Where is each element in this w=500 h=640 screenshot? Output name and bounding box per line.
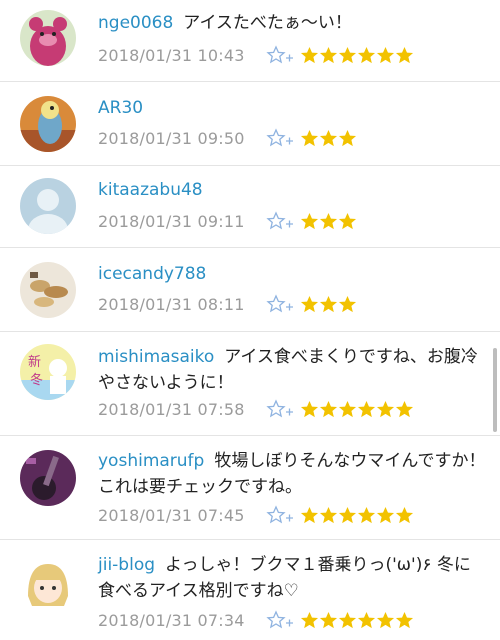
star-icon	[319, 46, 338, 63]
add-star-icon[interactable]	[266, 294, 298, 314]
add-star-icon[interactable]	[266, 610, 298, 630]
comment-row: nge0068 アイスたべたぁ〜い！ 2018/01/31 10:43	[0, 0, 500, 82]
star-icon	[395, 506, 414, 523]
default-person-avatar[interactable]	[20, 178, 76, 234]
username[interactable]: jii-blog	[98, 555, 155, 575]
star-rating	[300, 212, 357, 231]
star-icon	[395, 400, 414, 417]
star-rating	[300, 46, 414, 65]
star-icon	[357, 400, 376, 417]
star-icon	[319, 295, 338, 312]
add-star-icon[interactable]	[266, 45, 298, 65]
food-photo-avatar[interactable]	[20, 262, 76, 318]
star-icon	[376, 46, 395, 63]
add-star-icon[interactable]	[266, 399, 298, 419]
star-icon	[300, 611, 319, 628]
star-icon	[376, 611, 395, 628]
comment-date[interactable]: 2018/01/31 09:50	[98, 129, 266, 148]
add-star-icon[interactable]	[266, 211, 298, 231]
star-rating	[300, 400, 414, 419]
star-icon	[338, 295, 357, 312]
star-icon	[338, 400, 357, 417]
star-icon	[319, 129, 338, 146]
star-icon	[300, 295, 319, 312]
scrollbar[interactable]	[493, 348, 497, 432]
username[interactable]: mishimasaiko	[98, 347, 214, 367]
star-icon	[395, 46, 414, 63]
star-icon	[319, 400, 338, 417]
star-rating	[300, 611, 414, 630]
star-rating	[300, 506, 414, 525]
username[interactable]: yoshimarufp	[98, 451, 204, 471]
star-icon	[319, 611, 338, 628]
star-icon	[338, 129, 357, 146]
comment-date[interactable]: 2018/01/31 09:11	[98, 212, 266, 231]
comment-row: yoshimarufp 牧場しぼりそんなウマイんですか！これは要チェックですね。 …	[0, 436, 500, 540]
star-icon	[319, 212, 338, 229]
star-icon	[300, 212, 319, 229]
star-icon	[357, 611, 376, 628]
comment-date[interactable]: 2018/01/31 08:11	[98, 295, 266, 314]
star-icon	[300, 400, 319, 417]
comment-date[interactable]: 2018/01/31 10:43	[98, 46, 266, 65]
guitar-photo-avatar[interactable]	[20, 450, 76, 506]
svg-text:新: 新	[28, 354, 41, 370]
star-icon	[357, 46, 376, 63]
comment-row: AR30 2018/01/31 09:50	[0, 82, 500, 166]
star-icon	[376, 506, 395, 523]
new-winter-illustration-avatar[interactable]: 新 冬	[20, 344, 76, 400]
comment-date[interactable]: 2018/01/31 07:58	[98, 400, 266, 419]
username[interactable]: AR30	[98, 98, 143, 118]
anime-girl-avatar[interactable]	[20, 556, 76, 612]
comment-date[interactable]: 2018/01/31 07:34	[98, 611, 266, 630]
comment-row: icecandy788 2018/01/31 08:11	[0, 248, 500, 332]
comment-row: jii-blog よっしゃ！ブクマ１番乗りっ('ω')۶ 冬に食べるアイス格別です…	[0, 540, 500, 640]
username[interactable]: kitaazabu48	[98, 180, 203, 200]
star-icon	[300, 46, 319, 63]
star-rating	[300, 295, 357, 314]
star-icon	[338, 212, 357, 229]
star-icon	[376, 400, 395, 417]
star-icon	[395, 611, 414, 628]
star-icon	[357, 506, 376, 523]
toy-bear-avatar[interactable]	[20, 10, 76, 66]
star-icon	[338, 611, 357, 628]
parakeet-avatar[interactable]	[20, 96, 76, 152]
comment-row: kitaazabu48 2018/01/31 09:11	[0, 166, 500, 248]
star-icon	[338, 506, 357, 523]
star-rating	[300, 129, 357, 148]
comment-row: 新 冬 mishimasaiko アイス食べまくりですね、お腹冷やさないように！ …	[0, 332, 500, 436]
add-star-icon[interactable]	[266, 505, 298, 525]
username[interactable]: icecandy788	[98, 264, 206, 284]
star-icon	[338, 46, 357, 63]
star-icon	[300, 506, 319, 523]
star-icon	[319, 506, 338, 523]
comment-date[interactable]: 2018/01/31 07:45	[98, 506, 266, 525]
username[interactable]: nge0068	[98, 13, 173, 33]
star-icon	[300, 129, 319, 146]
add-star-icon[interactable]	[266, 128, 298, 148]
comment-text: アイスたべたぁ〜い！	[183, 13, 352, 33]
svg-text:冬: 冬	[30, 372, 43, 388]
